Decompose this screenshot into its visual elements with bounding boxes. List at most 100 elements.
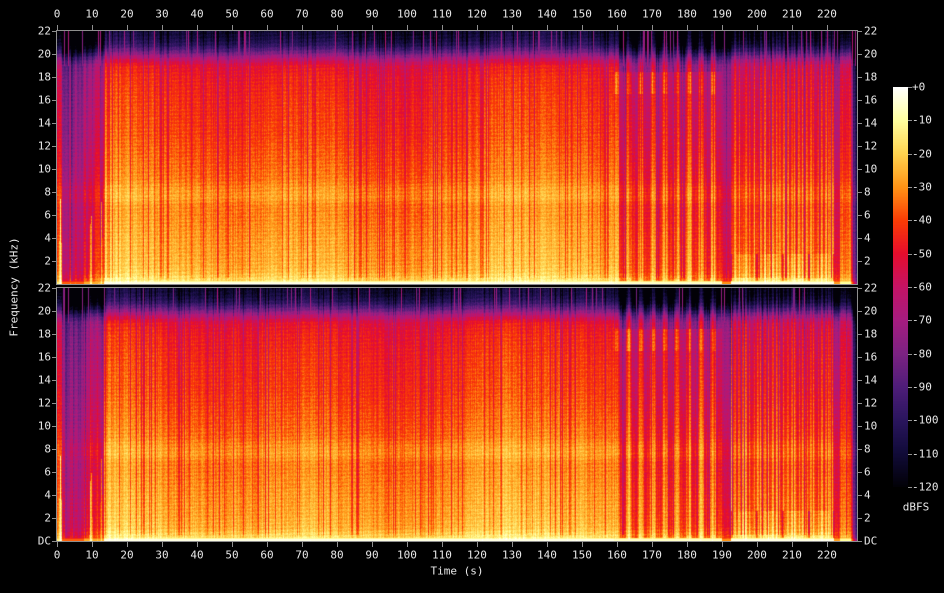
x-tick-mark-top xyxy=(546,25,548,30)
x-tick-mark-top xyxy=(336,25,338,30)
x-tick-label-top: 180 xyxy=(676,7,697,21)
y-tick-mark-left xyxy=(52,357,56,358)
y-tick-mark-right xyxy=(858,334,862,335)
x-tick-label-top: 30 xyxy=(155,7,169,21)
y-tick-label-right: DC xyxy=(864,534,878,548)
x-tick-mark-top xyxy=(266,25,268,30)
y-tick-mark-left xyxy=(52,77,56,78)
x-tick-label-bottom: 20 xyxy=(120,548,134,562)
x-tick-label-bottom: 160 xyxy=(606,548,627,562)
y-tick-mark-right xyxy=(858,123,862,124)
y-tick-mark-left xyxy=(52,261,56,262)
x-tick-label-bottom: 110 xyxy=(432,548,452,562)
x-tick-label-bottom: 220 xyxy=(816,548,837,562)
x-tick-label-bottom: 170 xyxy=(641,548,662,562)
y-tick-label-right: 6 xyxy=(864,465,871,479)
y-tick-mark-left xyxy=(52,334,56,335)
y-tick-label-left: 6 xyxy=(44,465,51,479)
x-tick-label-top: 110 xyxy=(432,7,452,21)
y-tick-label-left: 16 xyxy=(37,350,51,364)
y-tick-label-left: 14 xyxy=(37,116,51,130)
x-tick-mark-top xyxy=(756,25,758,30)
x-tick-mark-bottom xyxy=(756,542,758,547)
y-tick-label-left: 6 xyxy=(44,208,51,222)
spectrogram-panel-channel-1 xyxy=(56,30,858,285)
spectrogram-panel-channel-2 xyxy=(56,287,858,542)
y-tick-mark-right xyxy=(858,146,862,147)
x-tick-mark-top xyxy=(196,25,198,30)
y-tick-label-right: 2 xyxy=(864,511,871,525)
y-tick-label-right: 22 xyxy=(864,281,878,295)
spectrogram-figure: Frequency (kHz) Time (s) dBFS 0 0 10 10 20 20… xyxy=(0,0,944,593)
x-tick-mark-top xyxy=(686,25,688,30)
x-tick-label-bottom: 210 xyxy=(781,548,802,562)
y-tick-label-right: 10 xyxy=(864,162,878,176)
y-tick-mark-right xyxy=(858,311,862,312)
y-tick-mark-right xyxy=(858,238,862,239)
x-tick-label-top: 220 xyxy=(816,7,837,21)
x-tick-mark-bottom xyxy=(581,542,583,547)
colorbar-tick-label: +0 xyxy=(912,80,926,94)
y-tick-label-left: 8 xyxy=(44,185,51,199)
x-tick-label-top: 10 xyxy=(85,7,99,21)
y-tick-label-right: 20 xyxy=(864,304,878,318)
colorbar-tick-label: -110 xyxy=(912,447,939,461)
y-tick-mark-left xyxy=(52,169,56,170)
y-tick-label-right: 4 xyxy=(864,488,871,502)
y-tick-mark-left xyxy=(52,472,56,473)
x-tick-label-bottom: 70 xyxy=(295,548,309,562)
y-tick-label-left: 18 xyxy=(37,70,51,84)
y-tick-mark-right xyxy=(858,380,862,381)
y-tick-label-left: 2 xyxy=(44,511,51,525)
x-tick-label-top: 210 xyxy=(781,7,802,21)
y-tick-mark-left xyxy=(52,518,56,519)
x-tick-mark-top xyxy=(231,25,233,30)
x-tick-mark-bottom xyxy=(546,542,548,547)
y-tick-label-left: 20 xyxy=(37,304,51,318)
colorbar-units-label: dBFS xyxy=(902,500,930,514)
y-tick-label-left: 16 xyxy=(37,93,51,107)
y-tick-label-left: 12 xyxy=(37,396,51,410)
y-tick-label-left: 12 xyxy=(37,139,51,153)
x-tick-label-bottom: 180 xyxy=(676,548,697,562)
y-tick-label-right: 6 xyxy=(864,208,871,222)
x-tick-label-bottom: 190 xyxy=(711,548,732,562)
y-tick-mark-left xyxy=(52,215,56,216)
x-tick-mark-bottom xyxy=(57,542,58,547)
x-tick-mark-bottom xyxy=(231,542,233,547)
x-tick-mark-bottom xyxy=(511,542,513,547)
x-tick-label-top: 80 xyxy=(330,7,344,21)
x-tick-mark-top xyxy=(616,25,618,30)
y-tick-label-left: 10 xyxy=(37,419,51,433)
x-tick-label-bottom: 100 xyxy=(397,548,417,562)
y-tick-label-left: 4 xyxy=(44,488,51,502)
y-tick-label-left: 2 xyxy=(44,254,51,268)
y-tick-mark-right xyxy=(858,54,862,55)
y-tick-mark-right xyxy=(858,77,862,78)
x-tick-label-top: 90 xyxy=(365,7,379,21)
y-tick-mark-right xyxy=(858,449,862,450)
spectrogram-canvas-channel-2 xyxy=(57,288,857,541)
y-tick-label-right: 20 xyxy=(864,47,878,61)
colorbar-tick-label: -100 xyxy=(912,413,939,427)
y-tick-label-right: 4 xyxy=(864,231,871,245)
y-tick-mark-right xyxy=(858,541,862,542)
y-tick-mark-left xyxy=(52,192,56,193)
x-tick-mark-bottom xyxy=(336,542,338,547)
x-tick-label-bottom: 80 xyxy=(330,548,344,562)
x-tick-mark-bottom xyxy=(91,542,93,547)
y-tick-label-left: 22 xyxy=(37,24,51,38)
x-tick-mark-bottom xyxy=(371,542,373,547)
x-tick-mark-top xyxy=(511,25,513,30)
x-tick-label-top: 40 xyxy=(190,7,204,21)
x-tick-label-bottom: 140 xyxy=(537,548,557,562)
colorbar-tick-label: -90 xyxy=(912,380,932,394)
x-tick-mark-bottom xyxy=(476,542,478,547)
y-tick-mark-right xyxy=(858,472,862,473)
y-tick-mark-right xyxy=(858,518,862,519)
y-tick-label-left: 10 xyxy=(37,162,51,176)
x-tick-label-top: 160 xyxy=(606,7,627,21)
y-tick-label-right: 8 xyxy=(864,442,871,456)
y-tick-label-left: 20 xyxy=(37,47,51,61)
y-tick-mark-right xyxy=(858,357,862,358)
